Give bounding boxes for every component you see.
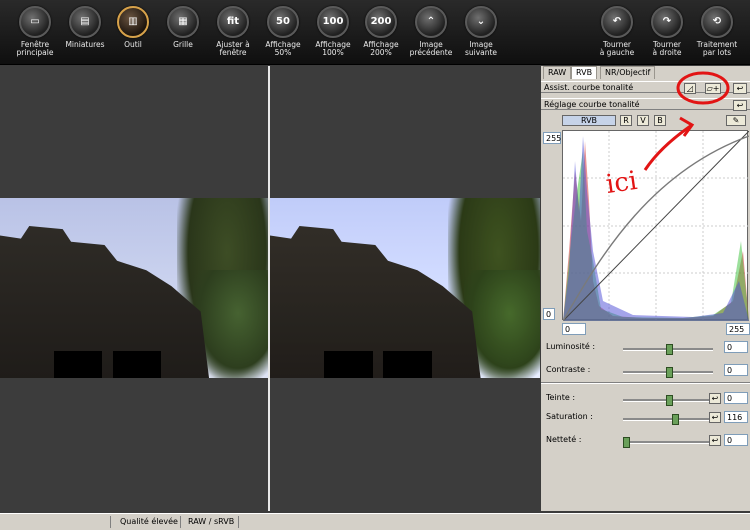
toolbar-label: Affichage 100% <box>315 40 351 57</box>
status-separator <box>180 516 181 528</box>
tab-rvb[interactable]: RVB <box>571 66 598 79</box>
slider-track[interactable] <box>623 395 713 406</box>
toolbar-suiv-button[interactable]: ⌄ Image suivante <box>456 6 506 57</box>
slider-thumb[interactable] <box>672 414 680 425</box>
toolbar-label: Image suivante <box>464 40 498 57</box>
ajuster-icon: fit <box>217 6 249 38</box>
lots-icon: ⟲ <box>701 6 733 38</box>
toolbar: ▭ Fenêtre principale ▤ Miniatures ▥ Outil ▦ Gri… <box>0 0 750 65</box>
tgauche-icon: ↶ <box>601 6 633 38</box>
annotation-circle <box>676 71 730 105</box>
toolbar-miniatures-button[interactable]: ▤ Miniatures <box>60 6 110 49</box>
slider-thumb[interactable] <box>665 344 673 355</box>
slider-value-field[interactable]: 116 <box>724 411 748 423</box>
slider-label: Contraste : <box>546 365 591 374</box>
slider-value-field[interactable]: 0 <box>724 392 748 404</box>
toolbar-fenetre-button[interactable]: ▭ Fenêtre principale <box>10 6 60 57</box>
status-separator <box>238 516 239 528</box>
slider-label: Luminosité : <box>546 342 596 351</box>
slider-thumb[interactable] <box>623 437 630 448</box>
original-view[interactable] <box>0 66 268 511</box>
graph-max-label: 255 <box>543 132 561 144</box>
toolbar-label: Outil <box>124 40 142 49</box>
toolbar-aff100-button[interactable]: 100 Affichage 100% <box>308 6 358 57</box>
toolbar-grille-button[interactable]: ▦ Grille <box>158 6 208 49</box>
aff50-icon: 50 <box>267 6 299 38</box>
suiv-icon: ⌄ <box>465 6 497 38</box>
tdroite-icon: ↷ <box>651 6 683 38</box>
outil-icon: ▥ <box>117 6 149 38</box>
toolbar-label: Grille <box>173 40 193 49</box>
aff200-icon: 200 <box>365 6 397 38</box>
toolbar-tdroite-button[interactable]: ↷ Tourner à droite <box>642 6 692 57</box>
prec-icon: ⌃ <box>415 6 447 38</box>
aff100-icon: 100 <box>317 6 349 38</box>
slider-value-field[interactable]: 0 <box>724 341 748 353</box>
slider-label: Saturation : <box>546 412 593 421</box>
grille-icon: ▦ <box>167 6 199 38</box>
slider-value-field[interactable]: 0 <box>724 434 748 446</box>
status-bar: Qualité élevée RAW / sRVB <box>0 513 750 530</box>
toolbar-aff200-button[interactable]: 200 Affichage 200% <box>356 6 406 57</box>
doorway <box>324 351 373 378</box>
toolbar-label: Image précédente <box>409 40 453 57</box>
toolbar-label: Affichage 50% <box>265 40 301 57</box>
toolbar-prec-button[interactable]: ⌃ Image précédente <box>406 6 456 57</box>
panel-separator <box>541 382 750 384</box>
doorway <box>53 351 102 378</box>
input-max-field[interactable]: 255 <box>726 323 750 335</box>
slider-reset-icon[interactable]: ↩ <box>709 393 721 404</box>
slider-label: Netteté : <box>546 435 582 444</box>
doorway <box>383 351 432 378</box>
toolbar-tgauche-button[interactable]: ↶ Tourner à gauche <box>592 6 642 57</box>
toolbar-label: Miniatures <box>65 40 105 49</box>
graph-min-label: 0 <box>543 308 555 320</box>
annotation-arrow <box>643 123 693 171</box>
toolbar-lots-button[interactable]: ⟲ Traitement par lots <box>692 6 742 57</box>
slider-value-field[interactable]: 0 <box>724 364 748 376</box>
toolbar-label: Traitement par lots <box>696 40 738 57</box>
slider-label: Teinte : <box>546 393 576 402</box>
miniatures-icon: ▤ <box>69 6 101 38</box>
quality-status: Qualité élevée <box>120 517 178 526</box>
toolbar-label: Fenêtre principale <box>16 40 54 57</box>
toolbar-label: Tourner à gauche <box>599 40 635 57</box>
toolbar-label: Ajuster à fenêtre <box>216 40 250 57</box>
fenetre-icon: ▭ <box>19 6 51 38</box>
slider-thumb[interactable] <box>665 395 673 406</box>
annotation-text: ici <box>604 165 640 201</box>
slider-thumb[interactable] <box>665 367 673 378</box>
toolbar-ajuster-button[interactable]: fit Ajuster à fenêtre <box>208 6 258 57</box>
slider-track[interactable] <box>623 367 713 378</box>
tab-raw[interactable]: RAW <box>543 66 572 79</box>
original-image <box>0 198 268 378</box>
toolbar-label: Tourner à droite <box>652 40 682 57</box>
status-separator <box>110 516 111 528</box>
toolbar-label: Affichage 200% <box>363 40 399 57</box>
toolbar-aff50-button[interactable]: 50 Affichage 50% <box>258 6 308 57</box>
input-min-field[interactable]: 0 <box>562 323 586 335</box>
color-space-status: RAW / sRVB <box>188 517 235 526</box>
slider-reset-icon[interactable]: ↩ <box>709 412 721 423</box>
preview-view[interactable] <box>270 66 540 511</box>
doorway <box>112 351 161 378</box>
slider-reset-icon[interactable]: ↩ <box>709 435 721 446</box>
slider-track[interactable] <box>623 414 713 425</box>
slider-track[interactable] <box>623 437 713 448</box>
slider-track[interactable] <box>623 344 713 355</box>
toolbar-outil-button[interactable]: ▥ Outil <box>108 6 158 49</box>
preview-image <box>270 198 540 378</box>
